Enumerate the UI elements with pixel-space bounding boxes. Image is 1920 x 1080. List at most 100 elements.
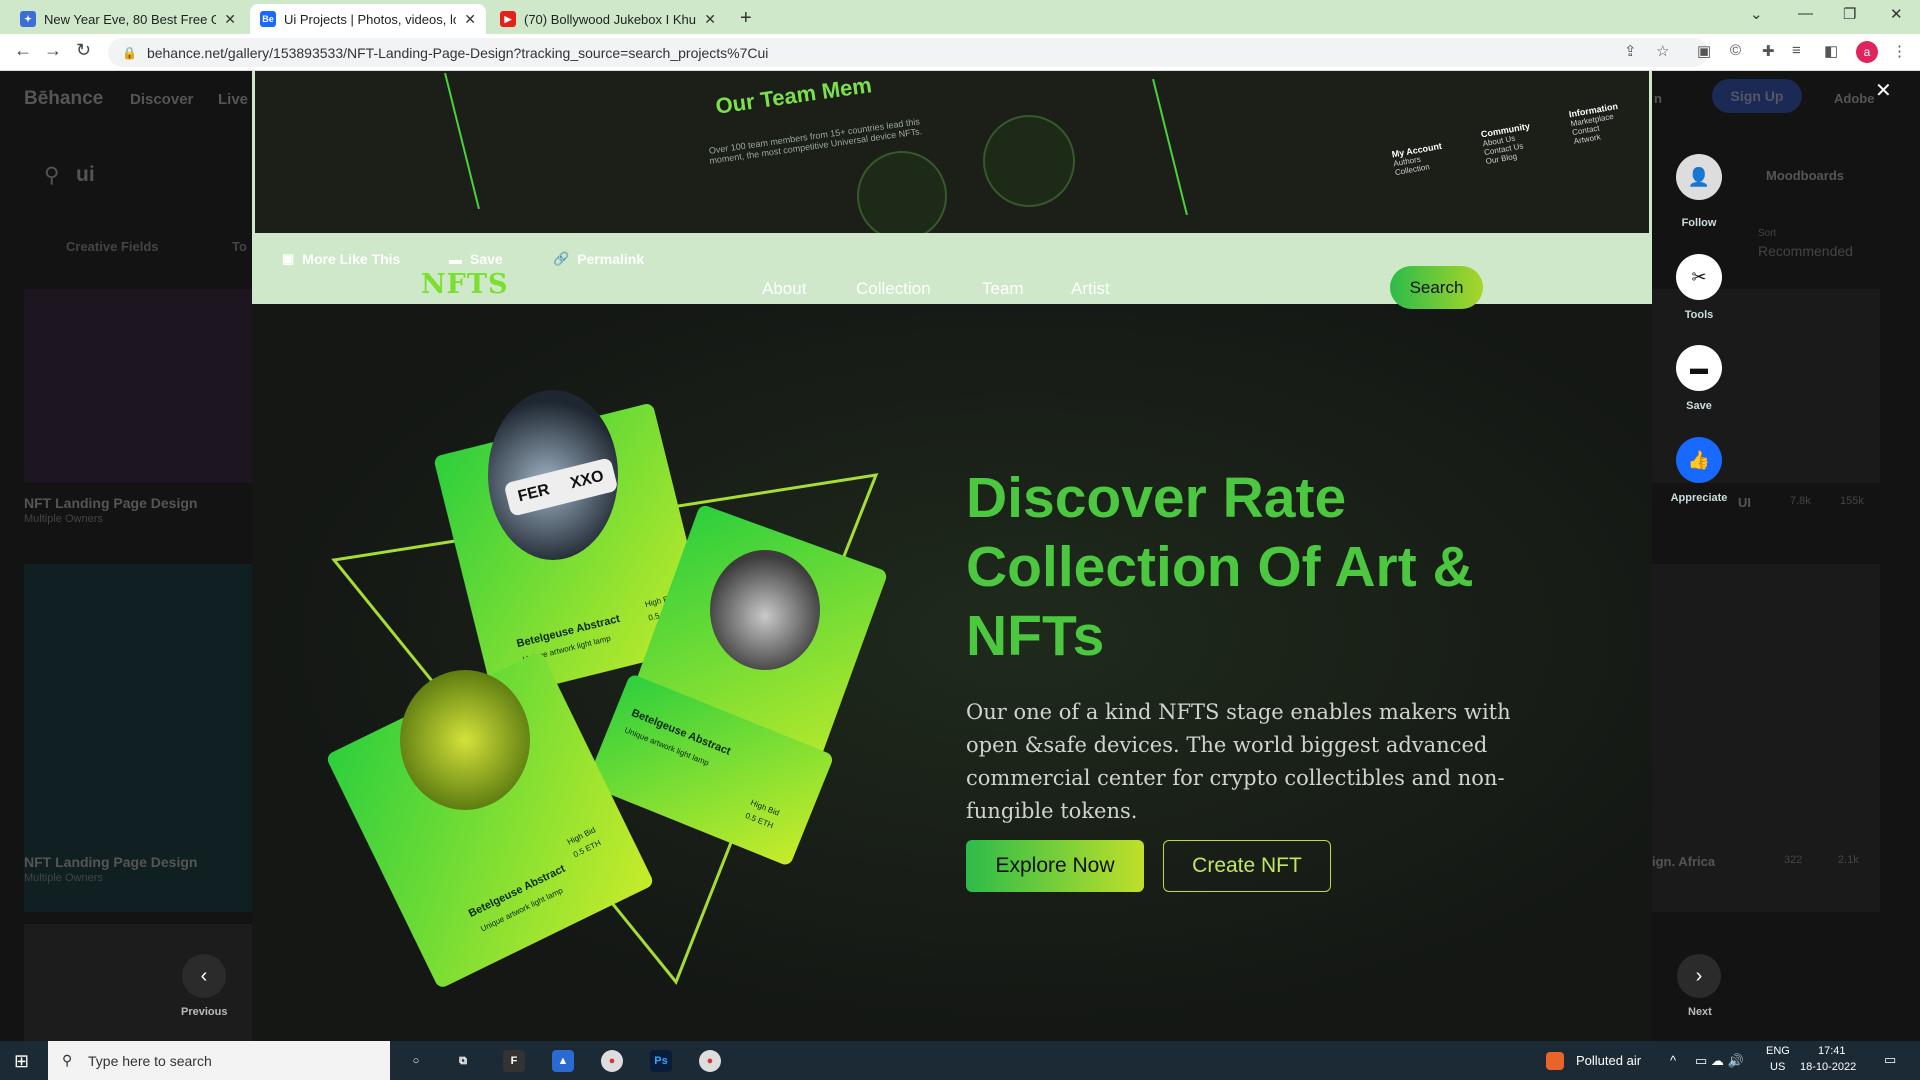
next-arrow-icon[interactable]: › (1677, 954, 1721, 998)
bg-card-owner[interactable]: Multiple Owners (24, 872, 103, 884)
bg-card-title[interactable]: ign. Africa (1652, 854, 1715, 869)
clock-time[interactable]: 17:41 (1818, 1045, 1846, 1057)
design-menu-about: About (762, 279, 807, 298)
follow-label[interactable]: Follow (1659, 217, 1739, 229)
bg-search-query[interactable]: ui (76, 163, 95, 187)
back-icon[interactable]: ← (14, 40, 32, 61)
taskbar-search[interactable]: ⚲ Type here to search (48, 1041, 390, 1080)
bg-filter-creative-fields[interactable]: Creative Fields (66, 239, 159, 254)
owner-avatar[interactable]: 👤 (1676, 154, 1722, 200)
folder-icon[interactable]: ▬ (1676, 345, 1722, 391)
tab-search-icon[interactable]: ⌄ (1750, 5, 1763, 23)
bg-sort-select[interactable]: Recommended (1758, 243, 1853, 259)
bg-signup-button[interactable]: Sign Up (1712, 79, 1802, 113)
action-label: More Like This (302, 251, 401, 267)
previous-label[interactable]: Previous (181, 1006, 227, 1018)
browser-toolbar: ← → ↻ 🔒 behance.net/gallery/153893533/NF… (0, 34, 1920, 71)
thumbs-up-icon[interactable]: 👍 (1676, 437, 1722, 483)
sidepanel-icon[interactable]: ◧ (1824, 42, 1838, 60)
clock-date[interactable]: 18-10-2022 (1800, 1061, 1856, 1073)
permalink-button[interactable]: 🔗 Permalink (553, 251, 644, 267)
team-title: Our Team Mem (713, 72, 874, 119)
previous-arrow-icon[interactable]: ‹ (182, 954, 226, 998)
windows-taskbar: ⊞ ⚲ Type here to search ○ ⧉ F ▲ ● Ps ● P… (0, 1041, 1920, 1080)
forward-icon[interactable]: → (44, 40, 62, 61)
bg-nav-live[interactable]: Live (218, 91, 248, 108)
puzzle-icon[interactable]: ✚ (1762, 42, 1775, 60)
action-label: Save (470, 251, 503, 267)
bg-sort-label: Sort (1758, 228, 1777, 239)
tab-strip: ✦ New Year Eve, 80 Best Free Graph ✕ Be … (0, 0, 1920, 34)
minimize-button[interactable]: — (1798, 5, 1813, 22)
reading-list-icon[interactable]: ≡ (1792, 42, 1801, 59)
photoshop-icon[interactable]: Ps (650, 1050, 672, 1072)
bg-nav-login[interactable]: n (1654, 91, 1662, 106)
appreciate-label[interactable]: Appreciate (1659, 492, 1739, 504)
behance-logo[interactable]: Bēhance (24, 88, 103, 110)
bookmark-star-icon[interactable]: ☆ (1656, 42, 1669, 60)
notification-icon[interactable]: ▭ (1884, 1052, 1896, 1068)
bg-card-title[interactable]: UI (1738, 495, 1751, 510)
cortana-icon[interactable]: ○ (405, 1050, 427, 1072)
bg-card-title[interactable]: NFT Landing Page Design (24, 854, 197, 870)
close-modal-icon[interactable]: ✕ (1875, 78, 1892, 103)
extension-c-icon[interactable]: © (1730, 42, 1741, 59)
create-nft-button: Create NFT (1163, 840, 1331, 892)
share-icon[interactable]: ⇪ (1624, 42, 1637, 60)
tray-icons[interactable]: ▭ ☁ 🔊 (1695, 1053, 1744, 1069)
address-bar[interactable]: 🔒 behance.net/gallery/153893533/NFT-Land… (108, 38, 1708, 67)
tab-new-year[interactable]: ✦ New Year Eve, 80 Best Free Graph ✕ (10, 4, 246, 34)
task-view-icon[interactable]: ⧉ (452, 1050, 474, 1072)
decor-line (444, 72, 480, 210)
behance-icon: Be (260, 11, 276, 27)
bg-card-views: 155k (1840, 495, 1864, 507)
close-icon[interactable]: ✕ (224, 11, 236, 28)
new-tab-button[interactable]: + (740, 7, 752, 30)
windows-start-icon[interactable]: ⊞ (14, 1051, 29, 1072)
chrome-icon[interactable]: ● (601, 1050, 623, 1072)
tools-label[interactable]: Tools (1659, 309, 1739, 321)
save-action-button[interactable]: ▬ Save (449, 251, 503, 267)
profile-avatar[interactable]: a (1856, 41, 1878, 63)
save-label[interactable]: Save (1659, 400, 1739, 412)
ornament-icon: ✦ (20, 11, 36, 27)
reload-icon[interactable]: ↻ (76, 40, 91, 61)
tools-icon[interactable]: ✂ (1676, 254, 1722, 300)
bg-nav-discover[interactable]: Discover (130, 91, 193, 108)
figma-icon[interactable]: F (503, 1050, 525, 1072)
menu-icon[interactable]: ⋮ (1892, 42, 1907, 60)
hero-title: Discover Rate Collection Of Art & NFTs (966, 466, 1474, 668)
bg-card-likes: 322 (1784, 854, 1803, 866)
bg-tab-moodboards[interactable]: Moodboards (1766, 168, 1844, 183)
youtube-icon: ▶ (500, 11, 516, 27)
bg-card-owner[interactable]: Multiple Owners (24, 513, 103, 525)
tray-chevron-icon[interactable]: ^ (1670, 1053, 1676, 1068)
tab-youtube[interactable]: ▶ (70) Bollywood Jukebox I Khudgi ✕ (490, 4, 726, 34)
photos-icon[interactable]: ▲ (552, 1050, 574, 1072)
weather-text[interactable]: Polluted air (1576, 1053, 1641, 1068)
close-window-button[interactable]: ✕ (1890, 5, 1903, 23)
tab-title: New Year Eve, 80 Best Free Graph (44, 11, 217, 27)
nft-character-head (710, 550, 820, 670)
close-icon[interactable]: ✕ (704, 11, 716, 28)
extension-icon[interactable]: ▣ (1697, 42, 1711, 60)
restore-button[interactable]: ❐ (1843, 5, 1856, 23)
tab-behance[interactable]: Be Ui Projects | Photos, videos, logo ✕ (250, 4, 486, 34)
more-like-this-button[interactable]: ▣ More Like This (282, 251, 400, 267)
language-indicator[interactable]: ENG (1766, 1045, 1790, 1057)
tab-title: (70) Bollywood Jukebox I Khudgi (524, 11, 697, 27)
bg-adobe-link[interactable]: Adobe (1834, 91, 1874, 106)
action-label: Permalink (577, 251, 645, 267)
bg-card-views: 2.1k (1838, 854, 1859, 866)
bg-card-title[interactable]: NFT Landing Page Design (24, 495, 197, 511)
close-icon[interactable]: ✕ (464, 11, 476, 28)
next-label[interactable]: Next (1688, 1006, 1712, 1018)
chrome-profile-icon[interactable]: ● (699, 1050, 721, 1072)
lock-icon: 🔒 (122, 45, 137, 60)
bg-card-likes: 7.8k (1790, 495, 1811, 507)
bg-filter-tools[interactable]: To (232, 239, 247, 254)
project-image-top: Our Team Mem Over 100 team members from … (252, 71, 1652, 241)
footer-col-account: My Account Authors Collection (1391, 141, 1446, 177)
region-indicator[interactable]: US (1770, 1061, 1785, 1073)
bg-card-thumbnail[interactable] (24, 289, 252, 483)
